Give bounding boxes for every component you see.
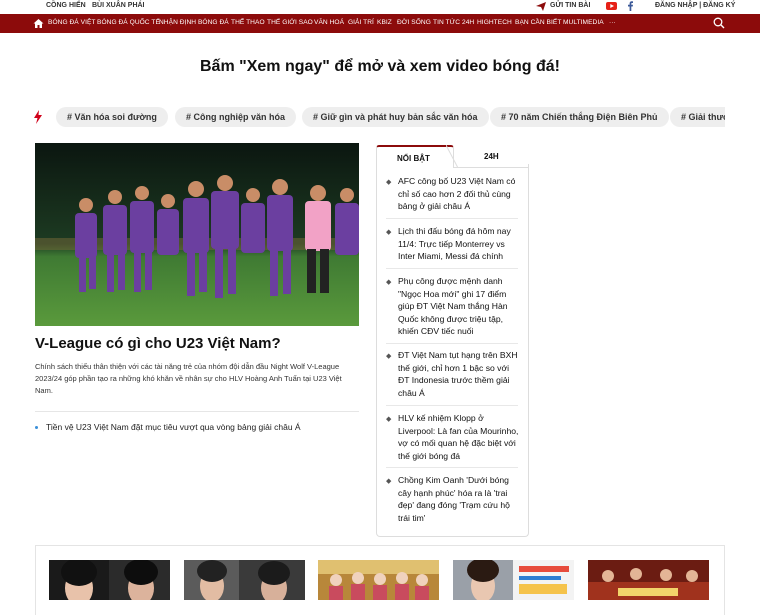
diamond-bullet-icon: ◆ xyxy=(386,229,392,236)
auth-link[interactable]: ĐĂNG NHẬP | ĐĂNG KÝ xyxy=(655,2,735,9)
nav-nhan-dinh-bong-da[interactable]: NHẬN ĐỊNH BÓNG ĐÁ xyxy=(159,19,229,26)
tab-featured-label: NỔI BẬT xyxy=(397,154,430,163)
main-navigation: BÓNG ĐÁ VIỆT BÓNG ĐÁ QUỐC TẾ NHẬN ĐỊNH B… xyxy=(0,14,760,33)
youtube-icon[interactable] xyxy=(606,2,617,10)
top-bar: CỒNG HIẾN BÙI XUÂN PHÁI GỬI TIN BÀI ĐĂNG… xyxy=(0,0,760,14)
nav-multimedia[interactable]: MULTIMEDIA xyxy=(563,19,604,26)
nav-kbiz[interactable]: KBIZ xyxy=(377,19,392,26)
divider xyxy=(35,411,359,412)
nav-tin-tuc-24h[interactable]: TIN TỨC 24H xyxy=(433,19,474,26)
top-link-bui-xuan-phai[interactable]: BÙI XUÂN PHÁI xyxy=(92,2,145,9)
tag-70-nam-dien-bien-phu[interactable]: # 70 năm Chiến thắng Điện Biên Phủ xyxy=(490,107,669,127)
tab-24h[interactable]: 24H xyxy=(484,152,499,161)
thumbnail-1[interactable] xyxy=(49,560,170,600)
nav-ban-can-biet[interactable]: BẠN CẦN BIẾT xyxy=(515,19,561,26)
bullet-dot-icon xyxy=(35,426,38,430)
divider xyxy=(386,343,518,344)
lightning-icon xyxy=(34,110,42,124)
thumbnail-2[interactable] xyxy=(184,560,305,600)
nav-hightech[interactable]: HIGHTECH xyxy=(477,19,512,26)
divider xyxy=(386,268,518,269)
related-article-text[interactable]: Tiền vệ U23 Việt Nam đặt mục tiêu vượt q… xyxy=(46,422,301,432)
top-link-cong-hien[interactable]: CỒNG HIẾN xyxy=(46,2,86,9)
nav-van-hoa[interactable]: VĂN HOÁ xyxy=(314,19,344,26)
tag-giu-gin-ban-sac[interactable]: # Giữ gìn và phát huy bản sắc văn hóa xyxy=(302,107,489,127)
divider xyxy=(386,218,518,219)
diamond-bullet-icon: ◆ xyxy=(386,416,392,423)
video-promo-heading: Bấm "Xem ngay" để mở và xem video bóng đ… xyxy=(200,58,560,75)
home-icon[interactable] xyxy=(33,18,44,29)
nav-giai-tri[interactable]: GIẢI TRÍ xyxy=(348,19,374,26)
send-icon xyxy=(536,2,546,11)
nav-the-gioi-sao[interactable]: THẾ GIỚI SAO xyxy=(267,19,313,26)
facebook-icon[interactable] xyxy=(628,1,633,11)
hero-summary: Chính sách thiếu thân thiện với các tài … xyxy=(35,362,342,395)
diamond-bullet-icon: ◆ xyxy=(386,353,392,360)
send-news-link[interactable]: GỬI TIN BÀI xyxy=(550,2,590,9)
nav-bong-da-viet[interactable]: BÓNG ĐÁ VIỆT xyxy=(48,19,96,26)
related-article[interactable]: Tiền vệ U23 Việt Nam đặt mục tiêu vượt q… xyxy=(35,422,301,432)
tag-van-hoa-soi-duong[interactable]: # Văn hóa soi đường xyxy=(56,107,168,127)
nav-bong-da-quoc-te[interactable]: BÓNG ĐÁ QUỐC TẾ xyxy=(97,19,160,26)
diamond-bullet-icon: ◆ xyxy=(386,179,392,186)
news-item-text[interactable]: ĐT Việt Nam tụt hạng trên BXH thế giới, … xyxy=(398,349,520,399)
news-item-text[interactable]: AFC công bố U23 Việt Nam có chỉ số cao h… xyxy=(398,175,520,213)
divider xyxy=(386,467,518,468)
tag-giai-thuong[interactable]: # Giải thưởng xyxy=(670,107,725,127)
thumbnail-3[interactable] xyxy=(318,560,439,600)
tag-cong-nghiep-van-hoa[interactable]: # Công nghiệp văn hóa xyxy=(175,107,297,127)
hero-title[interactable]: V-League có gì cho U23 Việt Nam? xyxy=(35,335,281,352)
news-item-text[interactable]: Lịch thi đấu bóng đá hôm nay 11/4: Trực … xyxy=(398,225,520,263)
news-item-text[interactable]: Phụ công được mệnh danh "Ngọc Hoa mới" g… xyxy=(398,275,520,338)
diamond-bullet-icon: ◆ xyxy=(386,279,392,286)
hero-image[interactable] xyxy=(35,143,359,326)
news-item-text[interactable]: Chồng Kim Oanh 'Dưới bóng cây hạnh phúc'… xyxy=(398,474,520,524)
nav-the-thao[interactable]: THỂ THAO xyxy=(231,19,265,26)
search-icon[interactable] xyxy=(713,17,725,29)
nav-doi-song[interactable]: ĐỜI SỐNG xyxy=(397,19,431,26)
thumbnail-5[interactable] xyxy=(588,560,709,600)
divider xyxy=(386,405,518,406)
news-item-text[interactable]: HLV kế nhiệm Klopp ở Liverpool: Là fan c… xyxy=(398,412,520,462)
trending-tags: # Văn hóa soi đường # Công nghiệp văn hó… xyxy=(30,107,725,127)
nav-more[interactable]: ··· xyxy=(609,19,616,26)
thumbnail-4[interactable] xyxy=(453,560,574,600)
diamond-bullet-icon: ◆ xyxy=(386,478,392,485)
